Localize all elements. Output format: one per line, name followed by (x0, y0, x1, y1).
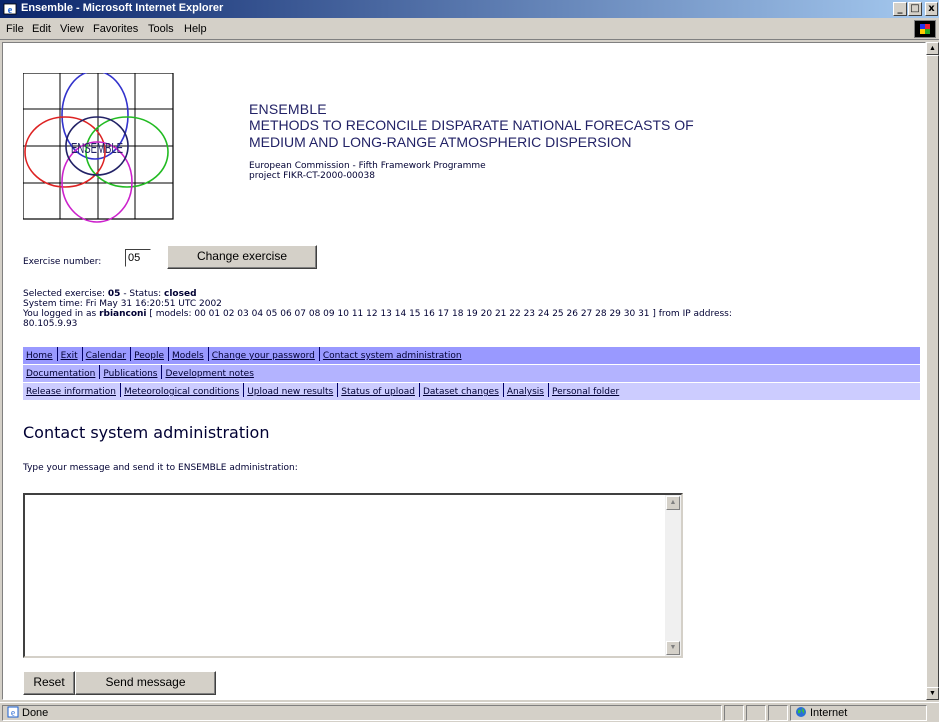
page-viewport: ENSEMBLE ENSEMBLE METHODS TO RECONCILE D… (2, 42, 926, 700)
page-icon: e (7, 706, 19, 718)
nav-link-upload-results[interactable]: Upload new results (244, 383, 339, 397)
nav-link-home[interactable]: Home (23, 347, 58, 361)
nav-link-calendar[interactable]: Calendar (83, 347, 132, 361)
instruction-text: Type your message and send it to ENSEMBL… (23, 463, 298, 473)
message-textarea-container: ▲ ▼ (23, 493, 683, 658)
minimize-button[interactable]: _ (893, 2, 907, 16)
project-title-line2: MEDIUM AND LONG-RANGE ATMOSPHERIC DISPER… (249, 134, 632, 150)
project-title-line1: METHODS TO RECONCILE DISPARATE NATIONAL … (249, 117, 694, 133)
project-code: project FIKR-CT-2000-00038 (249, 171, 375, 181)
nav-link-models[interactable]: Models (169, 347, 209, 361)
nav-link-publications[interactable]: Publications (100, 365, 163, 379)
username: rbianconi (99, 309, 147, 319)
nav-link-personal-folder[interactable]: Personal folder (549, 383, 623, 397)
scroll-up-arrow-icon[interactable]: ▲ (666, 496, 680, 510)
nav-row-main: Home Exit Calendar People Models Change your … (23, 347, 920, 364)
internet-explorer-icon: e (3, 3, 17, 16)
nav-link-dataset-changes[interactable]: Dataset changes (420, 383, 504, 397)
session-info: Selected exercise: 05 - Status: closed S… (23, 289, 918, 329)
textarea-scrollbar[interactable]: ▲ ▼ (665, 495, 681, 656)
system-time: System time: Fri May 31 16:20:51 UTC 200… (23, 299, 222, 309)
scroll-down-icon[interactable]: ▼ (926, 687, 939, 700)
maximize-button[interactable]: □ (908, 2, 922, 16)
selected-exercise-line: Selected exercise: 05 - Status: closed (23, 289, 197, 299)
exercise-number-input[interactable] (125, 249, 151, 267)
menu-help[interactable]: Help (184, 23, 207, 35)
reset-button[interactable]: Reset (23, 671, 75, 695)
nav-link-people[interactable]: People (131, 347, 170, 361)
exercise-status: closed (164, 289, 197, 299)
browser-window: e Ensemble - Microsoft Internet Explorer… (0, 0, 939, 722)
zone-pane: Internet (790, 705, 927, 721)
send-message-button[interactable]: Send message (75, 671, 216, 695)
nav-link-contact-admin[interactable]: Contact system administration (320, 347, 466, 361)
zone-text: Internet (810, 707, 848, 719)
status-text: Done (22, 707, 49, 719)
site-header: ENSEMBLE METHODS TO RECONCILE DISPARATE … (249, 101, 694, 181)
scroll-up-icon[interactable]: ▲ (926, 42, 939, 55)
title-bar[interactable]: e Ensemble - Microsoft Internet Explorer… (0, 0, 939, 18)
globe-icon (796, 707, 806, 717)
windows-logo-icon (914, 20, 936, 38)
nav-link-analysis[interactable]: Analysis (504, 383, 549, 397)
message-textarea[interactable] (25, 495, 665, 656)
svg-text:e: e (8, 5, 13, 16)
menu-favorites[interactable]: Favorites (93, 23, 138, 35)
selected-exercise-value: 05 (107, 289, 121, 299)
status-bar: e Done Internet (0, 702, 939, 722)
status-text-pane: e Done (2, 705, 722, 721)
nav-link-change-password[interactable]: Change your password (209, 347, 320, 361)
menu-bar: File Edit View Favorites Tools Help (0, 18, 939, 40)
nav-link-documentation[interactable]: Documentation (23, 365, 101, 379)
scrollbar-thumb[interactable] (926, 55, 939, 689)
menu-edit[interactable]: Edit (32, 23, 51, 35)
menu-view[interactable]: View (60, 23, 84, 35)
nav-row-exercise: Release information Meteorological condit… (23, 383, 920, 400)
nav-link-release-information[interactable]: Release information (23, 383, 121, 397)
nav-link-meteorological-conditions[interactable]: Meteorological conditions (121, 383, 245, 397)
nav-link-exit[interactable]: Exit (58, 347, 83, 361)
change-exercise-button[interactable]: Change exercise (167, 245, 317, 269)
close-button[interactable]: x (925, 2, 938, 16)
status-pane-empty-1 (724, 705, 744, 721)
ip-address: 80.105.9.93 (23, 319, 78, 329)
exercise-label: Exercise number: (23, 257, 102, 267)
ensemble-logo: ENSEMBLE (23, 73, 174, 223)
nav-row-docs: Documentation Publications Development not… (23, 365, 920, 382)
menu-tools[interactable]: Tools (148, 23, 174, 35)
svg-text:e: e (11, 708, 15, 718)
page-scrollbar[interactable]: ▲ ▼ (926, 42, 939, 700)
scroll-down-arrow-icon[interactable]: ▼ (666, 641, 680, 655)
window-title: Ensemble - Microsoft Internet Explorer (21, 2, 224, 14)
status-pane-empty-2 (746, 705, 766, 721)
page-title: Contact system administration (23, 423, 270, 442)
menu-file[interactable]: File (6, 23, 24, 35)
nav-link-status-of-upload[interactable]: Status of upload (338, 383, 420, 397)
funding-text: European Commission - Fifth Framework Pr… (249, 161, 486, 171)
svg-text:ENSEMBLE: ENSEMBLE (71, 140, 123, 157)
nav-link-development-notes[interactable]: Development notes (162, 365, 257, 379)
login-line: You logged in as rbianconi [ models: 00 … (23, 309, 732, 319)
status-pane-empty-3 (768, 705, 788, 721)
site-name: ENSEMBLE (249, 101, 327, 117)
